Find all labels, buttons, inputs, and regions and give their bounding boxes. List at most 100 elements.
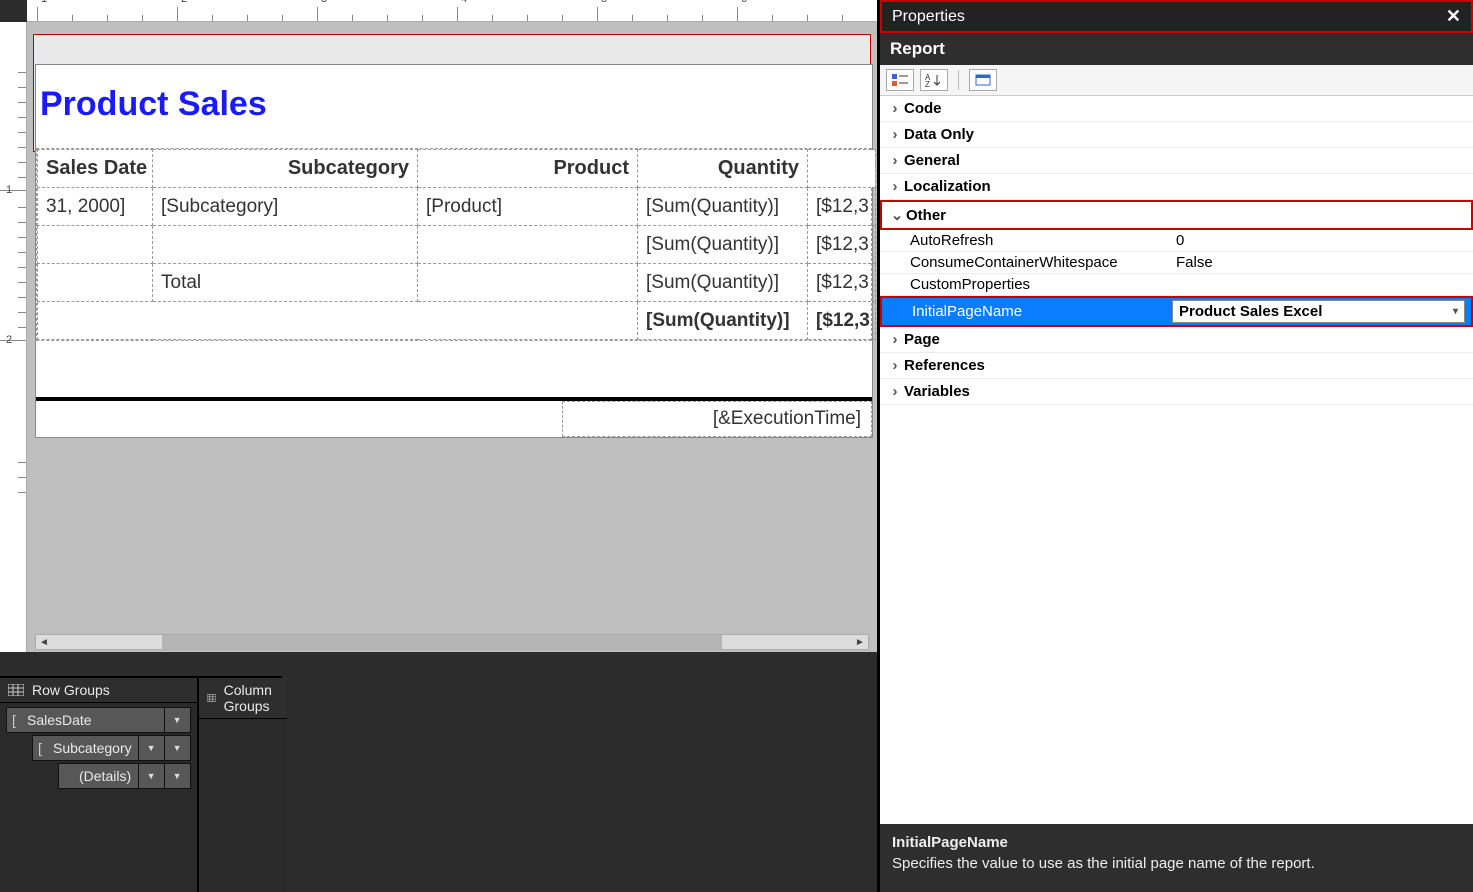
- canvas[interactable]: Product Sales Sales Date Subcategory Pro…: [27, 22, 877, 652]
- properties-title-text: Properties: [892, 8, 965, 26]
- tablix[interactable]: Sales Date Subcategory Product Quantity …: [36, 148, 872, 341]
- cell-grandamt[interactable]: [$12,3: [808, 302, 876, 340]
- row-group-item[interactable]: [ SalesDate ▼: [6, 707, 191, 733]
- column-groups-title: Column Groups: [224, 682, 279, 714]
- prop-row-autorefresh[interactable]: AutoRefresh0: [880, 230, 1473, 252]
- prop-name: ConsumeContainerWhitespace: [910, 254, 1170, 271]
- prop-value[interactable]: 0: [1170, 232, 1467, 249]
- tablix-total-row[interactable]: Total [Sum(Quantity)] [$12,3: [38, 264, 876, 302]
- tablix-grand-total-row[interactable]: [Sum(Quantity)] [$12,3: [38, 302, 876, 340]
- column-groups-header: Column Groups: [199, 678, 287, 719]
- horizontal-scrollbar[interactable]: ◄ ►: [35, 634, 869, 650]
- bracket-icon: [59, 768, 73, 784]
- cell-totamt[interactable]: [$12,3: [808, 264, 876, 302]
- chevron-down-icon[interactable]: ▼: [138, 736, 164, 760]
- cell-total-label[interactable]: Total: [153, 264, 418, 302]
- cell-quantity[interactable]: [Sum(Quantity)]: [638, 188, 808, 226]
- bracket-icon: [: [7, 712, 21, 728]
- scroll-right-arrow-icon[interactable]: ►: [852, 635, 868, 649]
- close-icon[interactable]: ✕: [1446, 6, 1461, 27]
- ruler-tick-6: 6: [741, 0, 747, 5]
- prop-category-general[interactable]: ›General: [880, 148, 1473, 174]
- prop-category-code[interactable]: ›Code: [880, 96, 1473, 122]
- chevron-right-icon[interactable]: ›: [886, 383, 904, 400]
- prop-value-editor[interactable]: Product Sales Excel ▾: [1172, 300, 1465, 323]
- ruler-tick-5: 5: [601, 0, 607, 5]
- column-groups-column: Column Groups: [199, 678, 287, 892]
- row-group-item[interactable]: (Details) ▼ ▼: [58, 763, 191, 789]
- scroll-thumb[interactable]: [162, 635, 722, 649]
- prop-row-customproperties[interactable]: CustomProperties: [880, 274, 1473, 296]
- row-groups-header: Row Groups: [0, 678, 197, 703]
- col-header-amount[interactable]: [808, 150, 876, 188]
- design-surface[interactable]: 1 2 3 4 5 6 1 2 Product Sales: [0, 0, 877, 892]
- cell-subamt[interactable]: [$12,3: [808, 226, 876, 264]
- prop-category-references[interactable]: ›References: [880, 353, 1473, 379]
- col-header-subcategory[interactable]: Subcategory: [153, 150, 418, 188]
- ruler-tick-1: 1: [41, 0, 47, 5]
- vruler-tick-1: 1: [6, 184, 12, 196]
- prop-category-other[interactable]: ⌄Other: [880, 200, 1473, 230]
- prop-category-variables[interactable]: ›Variables: [880, 379, 1473, 405]
- sort-az-icon: AZ: [925, 73, 943, 87]
- chevron-down-icon[interactable]: ▼: [164, 708, 190, 732]
- prop-value[interactable]: False: [1170, 254, 1467, 271]
- row-group-label: Subcategory: [47, 738, 138, 758]
- properties-titlebar: Properties ✕: [880, 0, 1473, 33]
- report-title[interactable]: Product Sales: [36, 65, 872, 148]
- cell-salesdate[interactable]: 31, 2000]: [38, 188, 153, 226]
- row-group-label: (Details): [73, 766, 138, 786]
- prop-value-text: Product Sales Excel: [1179, 303, 1322, 320]
- vertical-ruler: 1 2: [0, 22, 27, 652]
- prop-category-dataonly[interactable]: ›Data Only: [880, 122, 1473, 148]
- scroll-track[interactable]: [52, 635, 852, 649]
- col-header-quantity[interactable]: Quantity: [638, 150, 808, 188]
- prop-name: CustomProperties: [910, 276, 1170, 293]
- help-property-desc: Specifies the value to use as the initia…: [892, 855, 1461, 872]
- properties-grid[interactable]: ›Code ›Data Only ›General ›Localization …: [880, 96, 1473, 824]
- prop-category-localization[interactable]: ›Localization: [880, 174, 1473, 200]
- execution-time-textbox[interactable]: [&ExecutionTime]: [562, 401, 872, 437]
- prop-category-page[interactable]: ›Page: [880, 327, 1473, 353]
- scroll-left-arrow-icon[interactable]: ◄: [36, 635, 52, 649]
- toolbar-separator: [958, 70, 959, 90]
- bracket-icon: [: [33, 740, 47, 756]
- table-icon: [8, 684, 24, 696]
- prop-name: AutoRefresh: [910, 232, 1170, 249]
- chevron-down-icon[interactable]: ▼: [164, 736, 190, 760]
- categorized-button[interactable]: [886, 69, 914, 91]
- chevron-down-icon[interactable]: ▼: [138, 764, 164, 788]
- column-groups-list: [199, 719, 287, 892]
- chevron-right-icon[interactable]: ›: [886, 331, 904, 348]
- tablix-subtotal-row[interactable]: [Sum(Quantity)] [$12,3: [38, 226, 876, 264]
- chevron-down-icon[interactable]: ▼: [164, 764, 190, 788]
- cell-subqty[interactable]: [Sum(Quantity)]: [638, 226, 808, 264]
- row-group-item[interactable]: [ Subcategory ▼ ▼: [32, 735, 191, 761]
- cell-product[interactable]: [Product]: [418, 188, 638, 226]
- alphabetical-button[interactable]: AZ: [920, 69, 948, 91]
- row-group-label: SalesDate: [21, 710, 164, 730]
- chevron-down-icon[interactable]: ▾: [1453, 306, 1458, 317]
- chevron-right-icon[interactable]: ›: [886, 178, 904, 195]
- ruler-tick-2: 2: [181, 0, 187, 5]
- prop-row-consumewhitespace[interactable]: ConsumeContainerWhitespaceFalse: [880, 252, 1473, 274]
- tablix-header-row[interactable]: Sales Date Subcategory Product Quantity: [38, 150, 876, 188]
- cell-amount[interactable]: [$12,3: [808, 188, 876, 226]
- page-footer[interactable]: [&ExecutionTime]: [36, 397, 872, 437]
- chevron-down-icon[interactable]: ⌄: [888, 206, 906, 224]
- row-groups-column: Row Groups [ SalesDate ▼ [ Subcategory ▼…: [0, 678, 199, 892]
- property-pages-button[interactable]: [969, 69, 997, 91]
- col-header-product[interactable]: Product: [418, 150, 638, 188]
- report-body[interactable]: Product Sales Sales Date Subcategory Pro…: [35, 64, 873, 438]
- tablix-data-row[interactable]: 31, 2000] [Subcategory] [Product] [Sum(Q…: [38, 188, 876, 226]
- chevron-right-icon[interactable]: ›: [886, 100, 904, 117]
- chevron-right-icon[interactable]: ›: [886, 357, 904, 374]
- cell-grandqty[interactable]: [Sum(Quantity)]: [638, 302, 808, 340]
- cell-totqty[interactable]: [Sum(Quantity)]: [638, 264, 808, 302]
- properties-object-selector[interactable]: Report: [880, 33, 1473, 65]
- prop-row-initialpagename[interactable]: InitialPageName Product Sales Excel ▾: [880, 296, 1473, 327]
- cell-subcategory[interactable]: [Subcategory]: [153, 188, 418, 226]
- chevron-right-icon[interactable]: ›: [886, 126, 904, 143]
- chevron-right-icon[interactable]: ›: [886, 152, 904, 169]
- col-header-salesdate[interactable]: Sales Date: [38, 150, 153, 188]
